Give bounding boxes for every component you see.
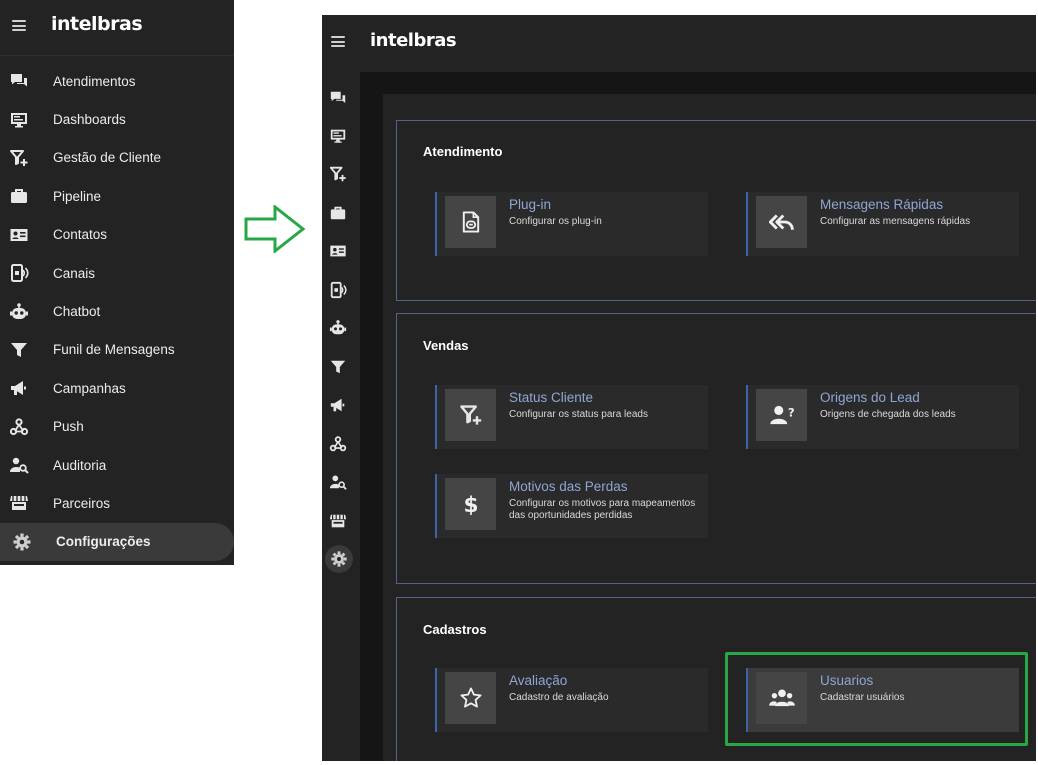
webhook-icon [9,417,29,437]
card-mensagens-rapidas[interactable]: Mensagens Rápidas Configurar as mensagen… [746,192,1019,256]
sidebar-item-chatbot[interactable]: Chatbot [0,292,234,330]
robot-icon[interactable] [327,317,349,339]
section-vendas: Vendas Status Cliente Configurar os stat… [396,313,1036,584]
chat-icon [9,71,29,91]
user-question-icon [756,389,807,441]
section-title: Vendas [423,338,469,353]
megaphone-icon [9,378,29,398]
sidebar-item-configuracoes[interactable]: Configurações [0,522,234,562]
sidebar-item-gestao-de-cliente[interactable]: Gestão de Cliente [0,139,234,177]
app-window: intelbras Atendimento Plug-in Configurar… [322,15,1036,761]
card-description: Cadastro de avaliação [509,692,609,703]
sidebar-header: intelbras [0,0,234,56]
sidebar-item-push[interactable]: Push [0,408,234,446]
collapsed-sidebar [322,72,360,761]
sidebar-item-label: Push [53,419,84,435]
card-title: Motivos das Perdas [509,479,628,494]
sidebar-item-label: Atendimentos [53,73,136,89]
briefcase-icon [9,186,29,206]
sidebar-item-auditoria[interactable]: Auditoria [0,446,234,484]
card-title: Status Cliente [509,390,594,405]
sidebar-nav: Atendimentos Dashboards Gestão de Client… [0,62,234,562]
funnel-icon[interactable] [327,356,349,378]
card-description: Configurar os status para leads [509,409,648,420]
section-title: Atendimento [423,144,503,159]
user-search-icon [9,455,29,475]
arrow-right-icon [244,205,306,253]
sidebar-item-label: Pipeline [53,188,102,204]
card-description: Origens de chegada dos leads [820,409,956,420]
card-title: Plug-in [509,197,552,212]
sidebar-item-campanhas[interactable]: Campanhas [0,369,234,407]
card-origens-do-lead[interactable]: Origens do Lead Origens de chegada dos l… [746,385,1019,449]
filter-plus-icon[interactable] [327,163,349,185]
chat-icon[interactable] [327,87,349,109]
app-header: intelbras [322,15,1036,72]
card-description: Configurar os plug-in [509,216,602,227]
card-motivos-das-perdas[interactable]: Motivos das Perdas Configurar os motivos… [435,474,708,538]
highlight-box [725,652,1028,746]
webhook-icon[interactable] [327,433,349,455]
section-atendimento: Atendimento Plug-in Configurar os plug-i… [396,120,1036,301]
sidebar-item-label: Funil de Mensagens [53,342,175,358]
menu-icon[interactable] [12,20,26,31]
user-search-icon[interactable] [327,471,349,493]
card-status-cliente[interactable]: Status Cliente Configurar os status para… [435,385,708,449]
sidebar-item-label: Chatbot [53,304,101,320]
reply-all-icon [756,196,807,248]
sidebar-item-funil-de-mensagens[interactable]: Funil de Mensagens [0,331,234,369]
brand-logo: intelbras [370,30,457,51]
sidebar-item-atendimentos[interactable]: Atendimentos [0,62,234,100]
phone-signal-icon [9,263,29,283]
brand-logo: intelbras [51,13,143,35]
robot-icon [9,302,29,322]
gear-icon [12,532,32,552]
megaphone-icon[interactable] [327,394,349,416]
sidebar-item-label: Gestão de Cliente [53,150,162,166]
filter-plus-icon [445,389,496,441]
star-icon [445,672,496,724]
sidebar-item-label: Campanhas [53,380,126,396]
monitor-icon[interactable] [327,125,349,147]
card-title: Mensagens Rápidas [820,197,944,212]
sidebar-item-label: Parceiros [53,495,111,511]
briefcase-icon[interactable] [327,202,349,224]
sidebar-item-label: Canais [53,265,96,281]
store-icon [9,493,29,513]
card-plug-in[interactable]: Plug-in Configurar os plug-in [435,192,708,256]
store-icon[interactable] [327,510,349,532]
filter-plus-icon [9,148,29,168]
section-title: Cadastros [423,622,487,637]
sidebar-item-label: Dashboards [53,112,126,128]
menu-icon[interactable] [331,36,345,47]
card-avaliacao[interactable]: Avaliação Cadastro de avaliação [435,668,708,732]
expanded-sidebar: intelbras Atendimentos Dashboards Gestão… [0,0,234,565]
sidebar-item-dashboards[interactable]: Dashboards [0,100,234,138]
sidebar-item-parceiros[interactable]: Parceiros [0,484,234,522]
sidebar-item-label: Contatos [53,227,108,243]
card-title: Avaliação [509,673,568,688]
card-description: Configurar as mensagens rápidas [820,216,971,227]
contact-card-icon [9,225,29,245]
sidebar-item-contatos[interactable]: Contatos [0,216,234,254]
sidebar-item-label: Configurações [56,534,151,550]
gear-icon[interactable] [325,545,353,573]
contact-card-icon[interactable] [327,240,349,262]
sidebar-item-pipeline[interactable]: Pipeline [0,177,234,215]
monitor-icon [9,110,29,130]
card-description: Configurar os motivos para mapeamentos d… [509,498,696,521]
phone-signal-icon[interactable] [327,279,349,301]
sidebar-item-canais[interactable]: Canais [0,254,234,292]
sidebar-item-label: Auditoria [53,457,107,473]
card-title: Origens do Lead [820,390,920,405]
dollar-icon [445,478,496,530]
funnel-icon [9,340,29,360]
plugin-file-icon [445,196,496,248]
